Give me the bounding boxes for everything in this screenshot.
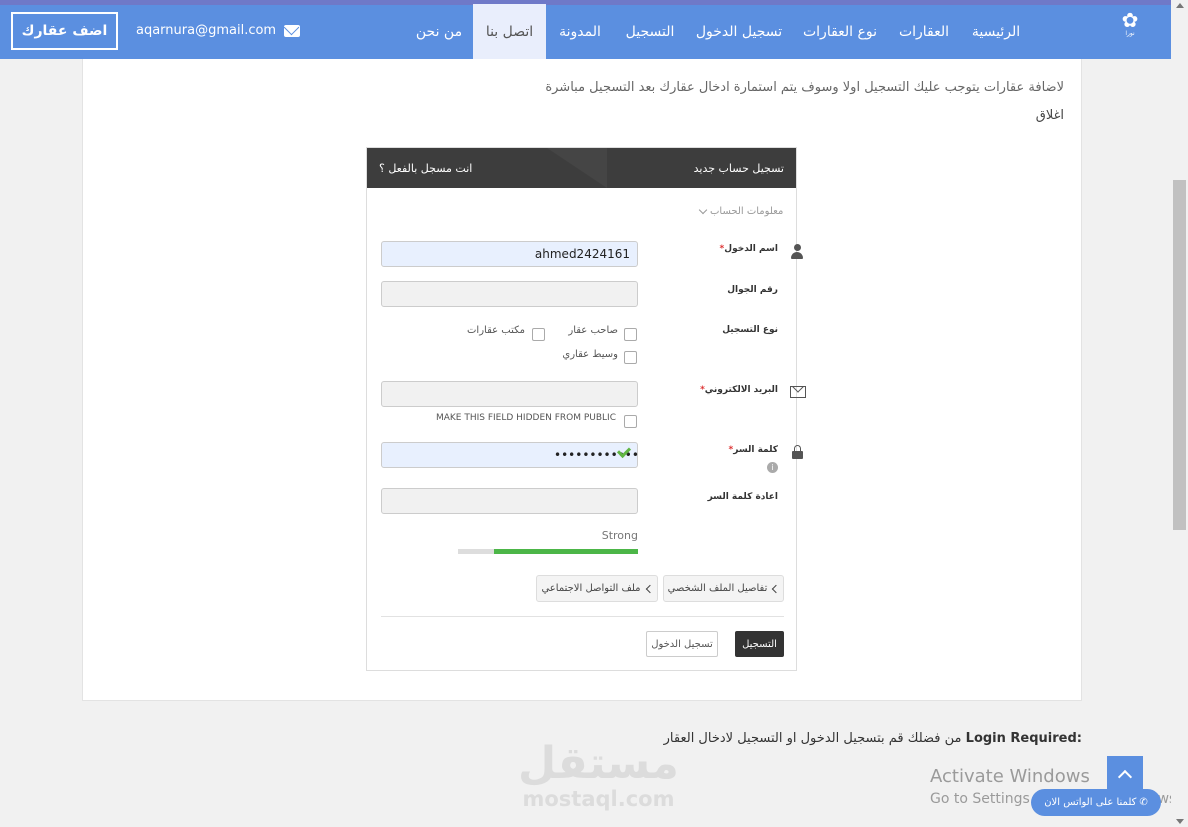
hide-field-checkbox[interactable] [624,415,637,428]
form-divider [381,616,784,617]
registration-type-label: نوع التسجيل [722,325,778,335]
site-logo[interactable]: ✿ نورا [1108,10,1152,50]
envelope-icon [284,24,301,37]
logo-text: نورا [1125,30,1135,37]
contact-email[interactable]: aqarnura@gmail.com [136,23,301,38]
confirm-password-label: اعادة كلمة السر [707,492,778,502]
user-icon [791,244,803,260]
envelope-icon [790,386,806,398]
nav-item-home[interactable]: الرئيسية [966,4,1026,59]
whatsapp-icon: ✆ [1139,797,1148,808]
confirm-password-field[interactable] [381,488,638,514]
close-link[interactable]: اغلاق [1000,108,1064,123]
whatsapp-label: كلمنا على الواتس الان [1044,797,1137,808]
scroll-up-arrow[interactable] [1176,3,1184,8]
scroll-down-arrow[interactable] [1176,819,1184,824]
password-strength-fill [494,549,638,554]
owner-checkbox-label: صاحب عقار [568,325,618,336]
lotus-icon: ✿ [1121,8,1139,32]
broker-checkbox-label: وسيط عقاري [562,349,618,360]
owner-checkbox[interactable] [624,328,637,341]
hide-field-label: MAKE THIS FIELD HIDDEN FROM PUBLIC [435,413,616,423]
nav-item-blog[interactable]: المدونة [552,4,608,59]
lock-icon [792,445,803,459]
chevron-left-icon [645,584,654,593]
profile-details-label: تفاصيل الملف الشخصي [667,583,768,594]
register-button[interactable]: التسجيل [735,631,784,657]
watermark-arabic: مستقل [518,738,679,789]
nav-item-contact[interactable]: اتصل بنا [473,4,546,59]
social-profile-button[interactable]: ملف التواصل الاجتماعي [536,575,658,602]
nav-item-properties[interactable]: العقارات [894,4,954,59]
activate-title: Activate Windows [930,766,1090,787]
scroll-thumb[interactable] [1173,180,1186,530]
nav-item-register[interactable]: التسجيل [620,4,680,59]
broker-checkbox[interactable] [624,351,637,364]
section-select[interactable]: معلومات الحساب [698,201,784,221]
login-required-text: من فضلك قم بتسجيل الدخول او التسجيل لادخ… [663,731,962,746]
add-property-button[interactable]: اضف عقارك [11,12,118,50]
card-title: تسجيل حساب جديد [693,161,784,175]
social-profile-label: ملف التواصل الاجتماعي [541,583,641,594]
email-field[interactable] [381,381,638,407]
chevron-up-icon [1117,769,1133,784]
section-select-label: معلومات الحساب [710,205,784,217]
top-navbar: اضف عقارك aqarnura@gmail.com من نحن اتصل… [0,0,1171,59]
chevron-down-icon [698,205,708,214]
chevron-left-icon [772,584,781,593]
login-required-title: Login Required: [965,731,1082,746]
nav-item-login[interactable]: تسجيل الدخول [692,4,786,59]
info-icon[interactable]: i [767,462,778,473]
office-checkbox-label: مكتب عقارات [467,325,525,336]
login-button[interactable]: تسجيل الدخول [646,631,718,657]
email-text: aqarnura@gmail.com [136,23,277,38]
watermark-english: mostaql.com [522,787,675,811]
page-scrollbar[interactable] [1171,0,1188,827]
profile-details-button[interactable]: تفاصيل الملف الشخصي [663,575,784,602]
username-field[interactable]: ahmed2424161 [381,241,638,267]
mobile-label: رقم الجوال [727,285,778,295]
already-registered-link[interactable]: انت مسجل بالفعل ؟ [379,162,472,175]
username-label: *اسم الدخول [719,244,778,254]
register-notice: لاضافة عقارات يتوجب عليك التسجيل اولا وس… [545,80,1064,95]
email-label: *البريد الالكتروني [700,385,778,395]
password-strength-meter [458,549,638,554]
password-label: *كلمة السر [728,445,778,455]
mobile-field[interactable] [381,281,638,307]
office-checkbox[interactable] [532,328,545,341]
mostaql-watermark: مستقل mostaql.com [518,738,679,811]
whatsapp-button[interactable]: كلمنا على الواتس الان ✆ [1031,789,1161,816]
nav-item-property-types[interactable]: نوع العقارات [798,4,882,59]
nav-item-about[interactable]: من نحن [411,4,467,59]
card-header: انت مسجل بالفعل ؟ تسجيل حساب جديد [367,148,796,188]
password-field[interactable]: •••••••••••• [381,442,639,468]
scroll-to-top-button[interactable] [1107,756,1143,792]
password-strength-text: Strong [601,529,638,542]
